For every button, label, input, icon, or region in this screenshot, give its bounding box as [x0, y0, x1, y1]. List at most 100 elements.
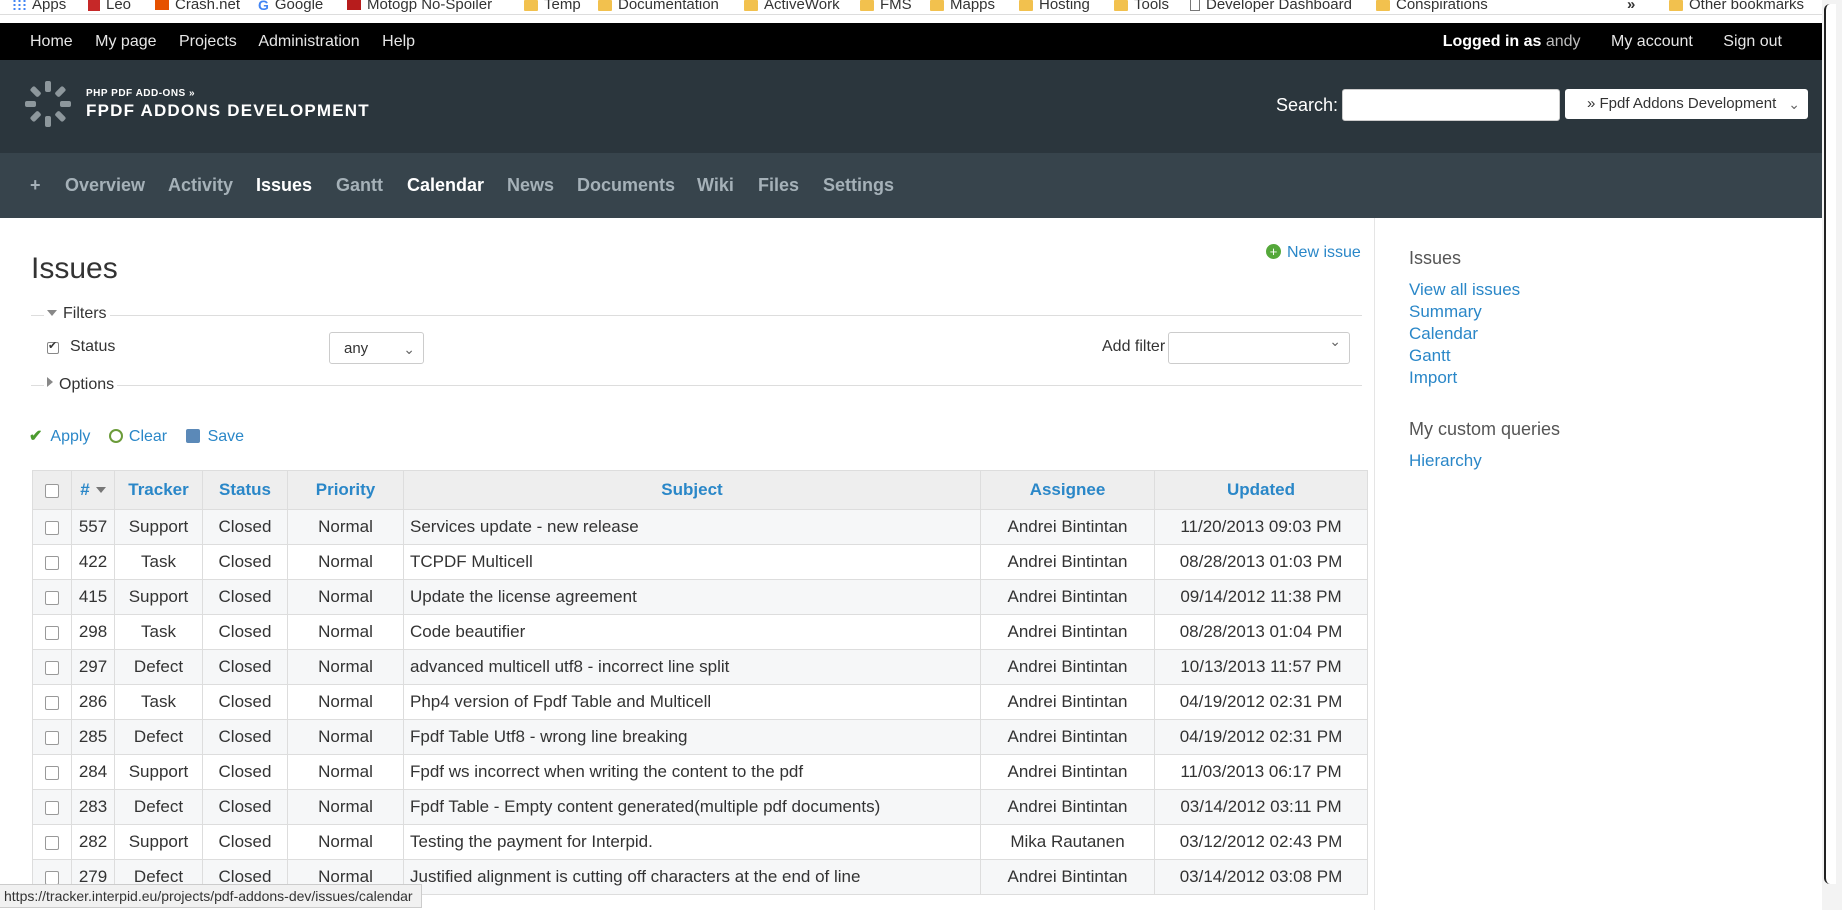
top-menu-my-page[interactable]: My page: [95, 33, 156, 50]
sidebar-import[interactable]: Import: [1409, 368, 1457, 388]
table-row[interactable]: 282 Support Closed Normal Testing the paymen…: [32, 824, 1368, 860]
cell-assignee[interactable]: Mika Rautanen: [980, 824, 1155, 860]
tab-activity[interactable]: Activity: [168, 175, 233, 196]
tab-new-object[interactable]: +: [30, 175, 41, 196]
tab-calendar[interactable]: Calendar: [407, 175, 484, 196]
filters-toggle[interactable]: Filters: [44, 305, 110, 323]
bookmark-google[interactable]: G Google: [258, 0, 323, 13]
row-checkbox[interactable]: [45, 625, 59, 640]
tab-settings[interactable]: Settings: [823, 175, 894, 196]
cell-subject[interactable]: TCPDF Multicell: [403, 544, 981, 580]
cell-subject[interactable]: Update the license agreement: [403, 579, 981, 615]
tab-news[interactable]: News: [507, 175, 554, 196]
table-row[interactable]: 285 Defect Closed Normal Fpdf Table Utf8 - w…: [32, 719, 1368, 755]
bookmark-activework[interactable]: ActiveWork: [744, 0, 840, 13]
column-header-status[interactable]: Status: [202, 470, 288, 510]
column-header-assignee[interactable]: Assignee: [980, 470, 1155, 510]
cell-subject[interactable]: Testing the payment for Interpid.: [403, 824, 981, 860]
clear-button[interactable]: Clear: [108, 428, 167, 445]
row-checkbox[interactable]: [45, 695, 59, 710]
column-header-subject[interactable]: Subject: [403, 470, 981, 510]
cell-id[interactable]: 422: [71, 544, 115, 580]
cell-subject[interactable]: Fpdf Table Utf8 - wrong line breaking: [403, 719, 981, 755]
column-header-tracker[interactable]: Tracker: [114, 470, 203, 510]
column-header-updated[interactable]: Updated: [1154, 470, 1368, 510]
status-operator-select[interactable]: any ⌄: [329, 332, 424, 364]
cell-id[interactable]: 284: [71, 754, 115, 790]
bookmark-apps[interactable]: Apps: [12, 0, 66, 13]
table-row[interactable]: 283 Defect Closed Normal Fpdf Table - Empty …: [32, 789, 1368, 825]
cell-assignee[interactable]: Andrei Bintintan: [980, 509, 1155, 545]
cell-assignee[interactable]: Andrei Bintintan: [980, 789, 1155, 825]
cell-id[interactable]: 286: [71, 684, 115, 720]
cell-subject[interactable]: Fpdf ws incorrect when writing the conte…: [403, 754, 981, 790]
bookmark-other[interactable]: Other bookmarks: [1669, 0, 1804, 13]
bookmark-crash[interactable]: Crash.net: [155, 0, 240, 13]
sidebar-view-all-issues[interactable]: View all issues: [1409, 280, 1520, 300]
sidebar-query-hierarchy[interactable]: Hierarchy: [1409, 451, 1482, 471]
row-checkbox[interactable]: [45, 520, 59, 535]
tab-overview[interactable]: Overview: [65, 175, 145, 196]
row-checkbox[interactable]: [45, 555, 59, 570]
row-checkbox[interactable]: [45, 730, 59, 745]
sidebar-calendar[interactable]: Calendar: [1409, 324, 1478, 344]
cell-id[interactable]: 298: [71, 614, 115, 650]
cell-assignee[interactable]: Andrei Bintintan: [980, 614, 1155, 650]
bookmark-temp[interactable]: Temp: [524, 0, 581, 13]
cell-subject[interactable]: Justified alignment is cutting off chara…: [403, 859, 981, 895]
cell-subject[interactable]: Services update - new release: [403, 509, 981, 545]
sign-out-link[interactable]: Sign out: [1723, 33, 1782, 50]
table-row[interactable]: 286 Task Closed Normal Php4 version of Fpdf …: [32, 684, 1368, 720]
bookmark-conspirations[interactable]: Conspirations: [1376, 0, 1488, 13]
save-button[interactable]: Save: [185, 428, 244, 445]
select-all-checkbox[interactable]: [45, 483, 59, 498]
tab-issues[interactable]: Issues: [256, 175, 312, 196]
tab-files[interactable]: Files: [758, 175, 799, 196]
table-row[interactable]: 415 Support Closed Normal Update the license…: [32, 579, 1368, 615]
bookmark-fms[interactable]: FMS: [860, 0, 912, 13]
top-menu-home[interactable]: Home: [30, 33, 73, 50]
cell-assignee[interactable]: Andrei Bintintan: [980, 684, 1155, 720]
cell-subject[interactable]: Php4 version of Fpdf Table and Multicell: [403, 684, 981, 720]
row-checkbox[interactable]: [45, 660, 59, 675]
cell-subject[interactable]: advanced multicell utf8 - incorrect line…: [403, 649, 981, 685]
top-menu-help[interactable]: Help: [382, 33, 415, 50]
apply-button[interactable]: ✔ Apply: [29, 428, 90, 445]
project-jump-select[interactable]: » Fpdf Addons Development ⌄: [1565, 89, 1808, 119]
bookmark-motogp[interactable]: Motogp No-Spoiler: [347, 0, 492, 13]
cell-assignee[interactable]: Andrei Bintintan: [980, 754, 1155, 790]
table-row[interactable]: 557 Support Closed Normal Services update - …: [32, 509, 1368, 545]
bookmark-tools[interactable]: Tools: [1114, 0, 1169, 13]
add-filter-select[interactable]: ⌄: [1168, 332, 1350, 364]
row-checkbox[interactable]: [45, 870, 59, 885]
cell-assignee[interactable]: Andrei Bintintan: [980, 544, 1155, 580]
cell-id[interactable]: 285: [71, 719, 115, 755]
tab-gantt[interactable]: Gantt: [336, 175, 383, 196]
current-user-link[interactable]: andy: [1546, 33, 1581, 50]
cell-subject[interactable]: Code beautifier: [403, 614, 981, 650]
my-account-link[interactable]: My account: [1611, 33, 1693, 50]
cell-id[interactable]: 557: [71, 509, 115, 545]
cell-subject[interactable]: Fpdf Table - Empty content generated(mul…: [403, 789, 981, 825]
status-filter-checkbox[interactable]: [47, 339, 59, 354]
row-checkbox[interactable]: [45, 800, 59, 815]
cell-id[interactable]: 283: [71, 789, 115, 825]
cell-assignee[interactable]: Andrei Bintintan: [980, 859, 1155, 895]
table-row[interactable]: 284 Support Closed Normal Fpdf ws incorrect …: [32, 754, 1368, 790]
table-row[interactable]: 297 Defect Closed Normal advanced multicell …: [32, 649, 1368, 685]
cell-assignee[interactable]: Andrei Bintintan: [980, 579, 1155, 615]
sidebar-summary[interactable]: Summary: [1409, 302, 1482, 322]
bookmark-mapps[interactable]: Mapps: [930, 0, 995, 13]
cell-assignee[interactable]: Andrei Bintintan: [980, 719, 1155, 755]
row-checkbox[interactable]: [45, 765, 59, 780]
bookmark-developer-dashboard[interactable]: Developer Dashboard: [1190, 0, 1352, 13]
tab-documents[interactable]: Documents: [577, 175, 675, 196]
row-checkbox[interactable]: [45, 590, 59, 605]
parent-project-link[interactable]: PHP PDF ADD-ONS »: [86, 88, 195, 99]
table-row[interactable]: 298 Task Closed Normal Code beautifier Andrei…: [32, 614, 1368, 650]
bookmarks-overflow-button[interactable]: »: [1627, 0, 1635, 13]
cell-assignee[interactable]: Andrei Bintintan: [980, 649, 1155, 685]
column-header-priority[interactable]: Priority: [287, 470, 404, 510]
page-scrollbar[interactable]: [1824, 4, 1836, 884]
cell-id[interactable]: 415: [71, 579, 115, 615]
